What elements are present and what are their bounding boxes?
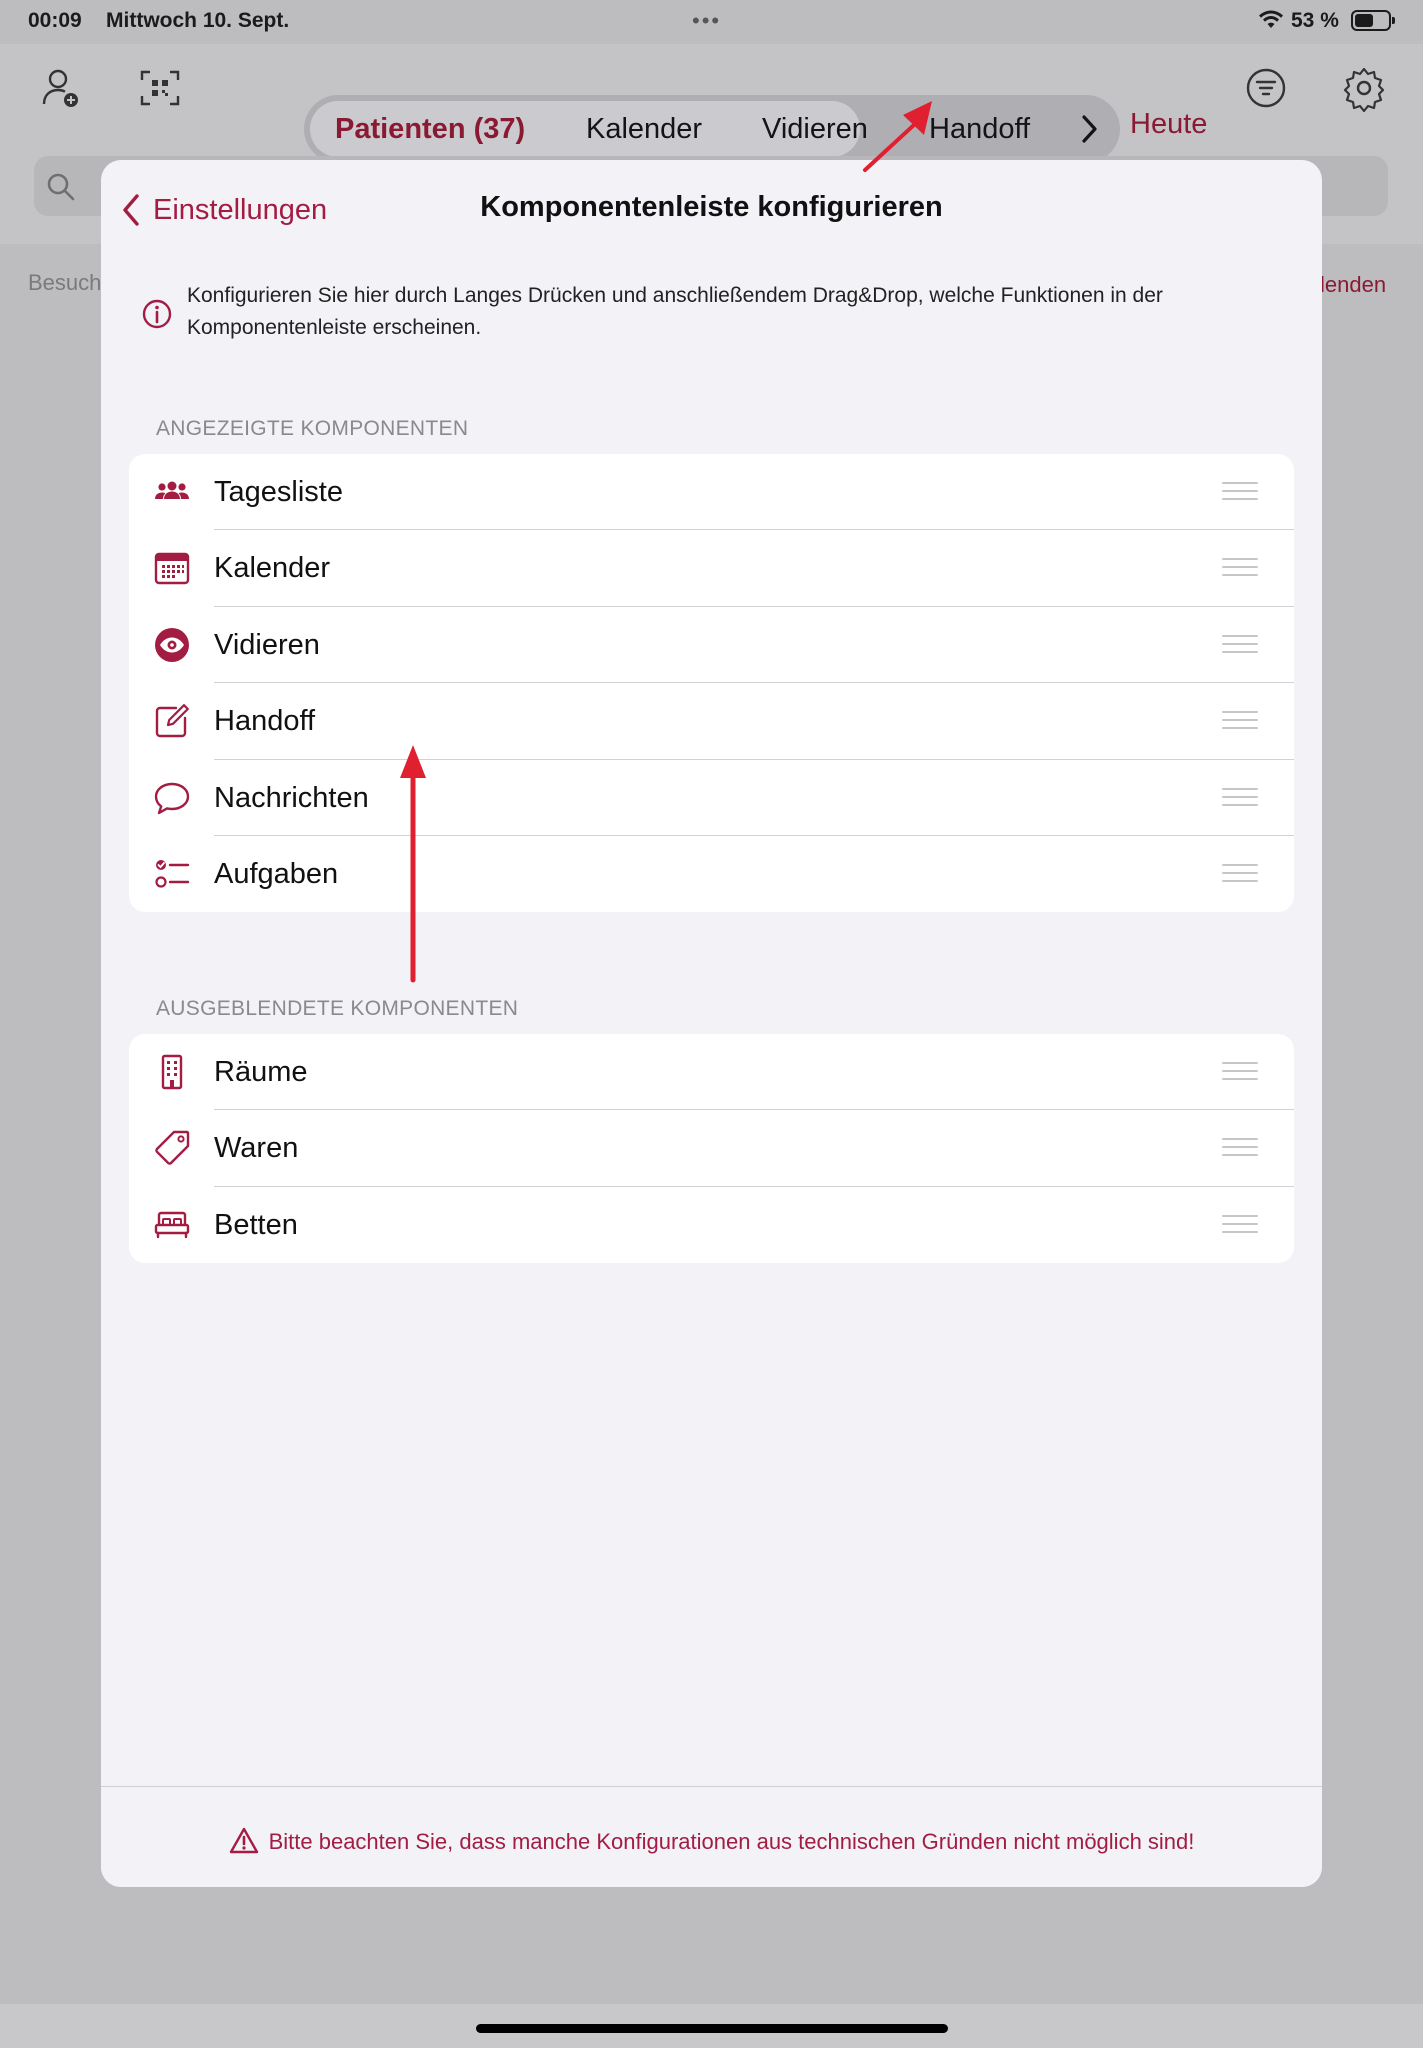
sheet-footer: Bitte beachten Sie, dass manche Konfigur… xyxy=(101,1786,1322,1887)
drag-handle-icon[interactable] xyxy=(1222,482,1258,502)
shown-section-header: ANGEZEIGTE KOMPONENTEN xyxy=(156,417,469,440)
calendar-icon xyxy=(154,553,190,585)
list-item-aufgaben[interactable]: Aufgaben xyxy=(129,836,1294,912)
background-label: Besuch xyxy=(28,270,102,295)
list-item-label: Waren xyxy=(214,1132,299,1165)
drag-handle-icon[interactable] xyxy=(1222,634,1258,655)
people-icon xyxy=(155,481,189,499)
footer-warning-text: Bitte beachten Sie, dass manche Konfigur… xyxy=(268,1829,1195,1854)
wifi-icon xyxy=(1259,10,1283,28)
home-indicator[interactable] xyxy=(476,2024,948,2033)
info-text: Konfigurieren Sie hier durch Langes Drüc… xyxy=(187,284,1163,339)
search-icon xyxy=(47,173,75,201)
tag-icon xyxy=(155,1131,190,1166)
hidden-components-list: Räume Waren Betten xyxy=(129,1034,1294,1263)
list-item-waren[interactable]: Waren xyxy=(129,1110,1294,1187)
multitask-dots-icon[interactable]: ••• xyxy=(692,8,721,34)
drag-handle-icon[interactable] xyxy=(1222,1062,1258,1082)
list-item-vidieren[interactable]: Vidieren xyxy=(129,607,1294,684)
chevron-right-icon[interactable] xyxy=(1080,114,1100,144)
list-item-label: Nachrichten xyxy=(214,781,369,814)
list-item-label: Tagesliste xyxy=(214,476,343,508)
gear-icon[interactable] xyxy=(1340,64,1388,112)
battery-icon xyxy=(1351,10,1395,31)
main-tab-bar: Patienten (37) Kalender Vidieren Handoff xyxy=(304,95,1120,163)
filter-icon[interactable] xyxy=(1242,64,1290,112)
drag-handle-icon[interactable] xyxy=(1222,1214,1258,1235)
drag-handle-icon[interactable] xyxy=(1222,558,1258,578)
list-item-raeume[interactable]: Räume xyxy=(129,1034,1294,1111)
status-date: Mittwoch 10. Sept. xyxy=(106,9,290,32)
list-item-betten[interactable]: Betten xyxy=(129,1187,1294,1263)
list-item-label: Räume xyxy=(214,1056,308,1088)
warning-icon xyxy=(229,1827,258,1854)
list-item-label: Vidieren xyxy=(214,628,320,661)
checklist-icon xyxy=(155,859,190,888)
sheet-header: Einstellungen Komponentenleiste konfigur… xyxy=(101,160,1322,260)
building-icon xyxy=(161,1054,183,1090)
eye-icon xyxy=(155,627,189,662)
bed-icon xyxy=(154,1211,190,1238)
list-item-label: Handoff xyxy=(214,705,316,738)
hidden-section-header: AUSGEBLENDETE KOMPONENTEN xyxy=(156,997,519,1020)
battery-percent: 53 % xyxy=(1291,9,1339,32)
tab-kalender[interactable]: Kalender xyxy=(586,95,702,163)
tab-vidieren[interactable]: Vidieren xyxy=(762,95,868,163)
info-icon xyxy=(142,299,172,329)
list-item-label: Kalender xyxy=(214,552,331,585)
list-item-label: Aufgaben xyxy=(214,857,339,890)
drag-handle-icon[interactable] xyxy=(1222,1138,1258,1158)
today-button[interactable]: Heute xyxy=(1130,108,1207,141)
list-item-nachrichten[interactable]: Nachrichten xyxy=(129,760,1294,836)
shown-components-list: Tagesliste Kalender Vidieren Handoff Nac… xyxy=(129,454,1294,912)
list-item-label: Betten xyxy=(214,1208,298,1241)
background-action[interactable]: lenden xyxy=(1320,272,1386,298)
chat-bubble-icon xyxy=(154,782,190,814)
list-item-kalender[interactable]: Kalender xyxy=(129,530,1294,607)
status-bar: 00:09 Mittwoch 10. Sept. ••• 53 % xyxy=(0,0,1423,44)
add-patient-icon[interactable] xyxy=(36,64,84,112)
drag-handle-icon[interactable] xyxy=(1222,863,1258,884)
qr-scan-icon[interactable] xyxy=(136,64,184,112)
tab-handoff[interactable]: Handoff xyxy=(929,95,1030,163)
status-time: 00:09 xyxy=(28,9,82,32)
sheet-title: Komponentenleiste konfigurieren xyxy=(480,191,943,223)
info-box: Konfigurieren Sie hier durch Langes Drüc… xyxy=(141,280,1291,344)
footer-warning: Bitte beachten Sie, dass manche Konfigur… xyxy=(101,1827,1322,1855)
list-item-tagesliste[interactable]: Tagesliste xyxy=(129,454,1294,531)
drag-handle-icon[interactable] xyxy=(1222,711,1258,731)
configure-sheet: Einstellungen Komponentenleiste konfigur… xyxy=(101,160,1322,1887)
list-item-handoff[interactable]: Handoff xyxy=(129,683,1294,760)
drag-handle-icon[interactable] xyxy=(1222,787,1258,808)
edit-icon xyxy=(155,704,189,738)
tab-patienten[interactable]: Patienten (37) xyxy=(335,95,525,163)
